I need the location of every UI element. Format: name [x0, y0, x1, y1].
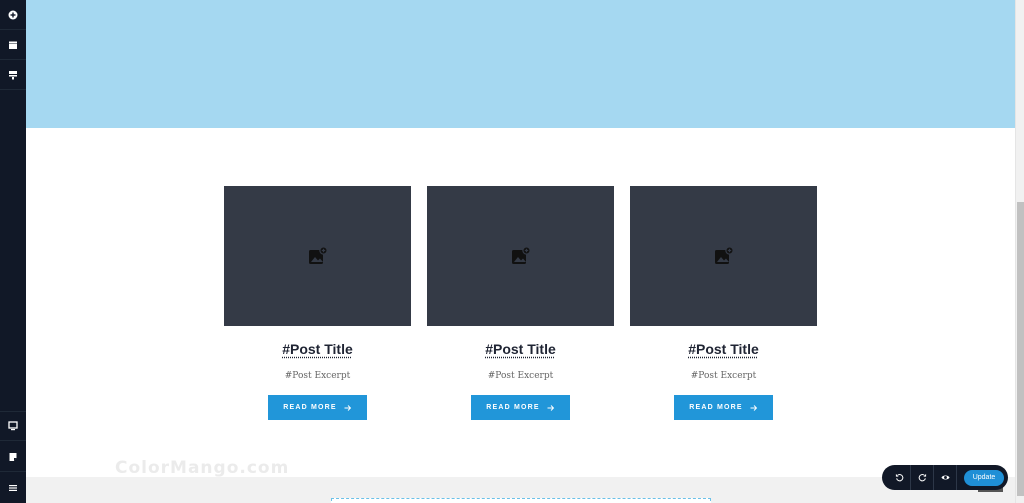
post-thumbnail[interactable] [630, 186, 817, 326]
menu-button[interactable] [0, 473, 26, 503]
update-button[interactable]: Update [964, 469, 1004, 486]
post-excerpt: #Post Excerpt [487, 371, 554, 381]
page-canvas: #Post Title #Post Excerpt READ MORE #Pos… [26, 0, 1015, 503]
read-more-button[interactable]: READ MORE [674, 395, 773, 420]
read-more-label: READ MORE [486, 404, 540, 411]
note-icon [9, 452, 17, 461]
editor-toolbar: Update [882, 465, 1008, 490]
desktop-icon [8, 421, 18, 431]
post-card[interactable]: #Post Title #Post Excerpt READ MORE [224, 186, 411, 420]
notes-button[interactable] [0, 442, 26, 472]
responsive-view-button[interactable] [0, 411, 26, 441]
post-title[interactable]: #Post Title [427, 340, 614, 358]
plus-circle-icon [8, 10, 18, 19]
layout-button[interactable] [0, 60, 26, 90]
read-more-button[interactable]: READ MORE [268, 395, 367, 420]
post-card[interactable]: #Post Title #Post Excerpt READ MORE [427, 186, 614, 420]
post-excerpt: #Post Excerpt [284, 371, 351, 381]
read-more-label: READ MORE [689, 404, 743, 411]
page-scrollbar[interactable] [1015, 0, 1024, 503]
section-drop-zone[interactable] [331, 498, 711, 503]
watermark: ColorMango.com [115, 458, 290, 478]
post-card[interactable]: #Post Title #Post Excerpt READ MORE [630, 186, 817, 420]
arrow-right-icon [750, 404, 757, 411]
preview-button[interactable] [934, 465, 957, 490]
hamburger-menu-icon [9, 485, 17, 491]
builder-sidebar [0, 0, 26, 503]
post-thumbnail[interactable] [427, 186, 614, 326]
undo-button[interactable] [888, 465, 911, 490]
image-placeholder-icon [511, 246, 531, 264]
eye-icon [940, 475, 950, 480]
scrollbar-thumb[interactable] [1017, 202, 1024, 496]
post-thumbnail[interactable] [224, 186, 411, 326]
hero-section[interactable] [26, 0, 1015, 128]
post-excerpt: #Post Excerpt [690, 371, 757, 381]
image-placeholder-icon [714, 246, 734, 264]
arrow-right-icon [547, 404, 554, 411]
arrow-right-icon [344, 404, 351, 411]
folder-icon [9, 41, 17, 49]
post-title[interactable]: #Post Title [224, 340, 411, 358]
read-more-button[interactable]: READ MORE [471, 395, 570, 420]
redo-icon [918, 473, 926, 482]
add-element-button[interactable] [0, 0, 26, 30]
posts-section[interactable]: #Post Title #Post Excerpt READ MORE #Pos… [26, 128, 1015, 477]
redo-button[interactable] [911, 465, 934, 490]
templates-button[interactable] [0, 30, 26, 60]
post-title[interactable]: #Post Title [630, 340, 817, 358]
read-more-label: READ MORE [283, 404, 337, 411]
layout-icon [9, 70, 17, 79]
undo-icon [895, 473, 903, 482]
image-placeholder-icon [308, 246, 328, 264]
